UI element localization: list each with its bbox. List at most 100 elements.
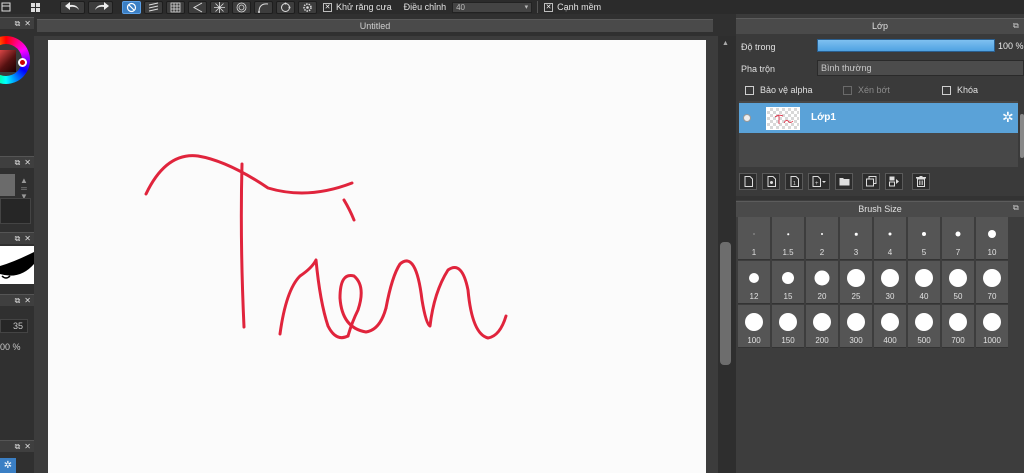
layer-toolbar: 1 + — [739, 170, 1024, 192]
protect-alpha-checkbox[interactable]: Bảo vệ alpha — [745, 85, 813, 95]
grid-snap-button[interactable] — [166, 0, 185, 14]
brush-preview[interactable] — [0, 246, 34, 284]
redo-button[interactable] — [88, 0, 113, 14]
color-swatch[interactable] — [0, 174, 15, 196]
opacity-slider[interactable] — [817, 39, 995, 52]
brush-size-cell[interactable]: 50 — [942, 261, 974, 304]
parallel-snap-button[interactable] — [144, 0, 163, 14]
detach-icon[interactable]: ⧉ — [1013, 21, 1019, 31]
detach-icon[interactable]: ⧉ — [15, 158, 21, 167]
brush-size-cell[interactable]: 300 — [840, 305, 872, 348]
spinner-arrows-icon[interactable]: ▲ ═ ▼ — [17, 177, 31, 201]
color-picker-square[interactable] — [0, 50, 16, 72]
brush-size-cell[interactable]: 20 — [806, 261, 838, 304]
layer-row[interactable]: Lớp1 ✲ — [739, 103, 1018, 133]
opacity-value: 100 % — [998, 41, 1024, 51]
soft-edge-label: Cạnh mềm — [557, 2, 602, 12]
close-icon[interactable]: ✕ — [24, 296, 31, 305]
soft-edge-checkbox[interactable]: ✕ — [544, 2, 554, 12]
grid-view-icon[interactable] — [28, 0, 42, 14]
antialias-label: Khử răng cưa — [336, 2, 392, 12]
lock-checkbox[interactable]: Khóa — [942, 85, 978, 95]
layer-panel: Lớp Độ trong 100 % Pha trộn Bình thường … — [736, 14, 1024, 196]
add-layer-menu-button[interactable]: + — [808, 172, 830, 190]
brush-size-cell[interactable]: 10 — [976, 217, 1008, 260]
detach-icon[interactable]: ⧉ — [15, 234, 21, 243]
detach-icon[interactable]: ⧉ — [15, 296, 21, 305]
scrollbar-thumb[interactable] — [720, 242, 731, 365]
visibility-toggle-icon[interactable] — [743, 114, 751, 122]
gear-icon[interactable]: ✲ — [1002, 110, 1014, 124]
radial-snap-button[interactable] — [210, 0, 229, 14]
brush-size-cell[interactable]: 500 — [908, 305, 940, 348]
new-8bit-layer-button[interactable]: 1 — [785, 172, 803, 190]
brush-size-dot — [881, 313, 899, 331]
brush-size-cell[interactable]: 25 — [840, 261, 872, 304]
brush-opacity-value: 00 % — [0, 342, 21, 352]
brush-size-cell[interactable]: 12 — [738, 261, 770, 304]
detach-icon[interactable]: ⧉ — [15, 19, 21, 28]
brush-size-cell[interactable]: 150 — [772, 305, 804, 348]
brush-size-field[interactable]: 35 — [0, 319, 28, 333]
antialias-checkbox[interactable]: ✕ — [323, 2, 332, 12]
brush-size-cell[interactable]: 3 — [840, 217, 872, 260]
close-icon[interactable]: ✕ — [24, 442, 31, 451]
new-halftone-layer-button[interactable] — [762, 172, 780, 190]
vertical-scrollbar[interactable]: ▲ — [718, 36, 736, 473]
detach-icon[interactable]: ⧉ — [15, 442, 21, 451]
brush-size-cell[interactable]: 1 — [738, 217, 770, 260]
brush-size-cell[interactable]: 1000 — [976, 305, 1008, 348]
perspective-snap-button[interactable] — [188, 0, 207, 14]
blend-mode-select[interactable]: Bình thường — [817, 60, 1024, 76]
brush-size-cell[interactable]: 2 — [806, 217, 838, 260]
close-icon[interactable]: ✕ — [24, 19, 31, 28]
brush-size-cell[interactable]: 40 — [908, 261, 940, 304]
duplicate-layer-button[interactable] — [862, 172, 880, 190]
brush-size-cell[interactable]: 4 — [874, 217, 906, 260]
document-tab-title[interactable]: Untitled — [37, 19, 713, 32]
correction-select[interactable]: 40 ▾ — [452, 1, 533, 13]
menu-icon[interactable] — [0, 0, 12, 14]
hue-selector-ring[interactable] — [18, 58, 27, 67]
brush-size-cell[interactable]: 15 — [772, 261, 804, 304]
brush-size-label: 4 — [887, 248, 893, 257]
brush-size-label: 30 — [885, 292, 895, 301]
close-icon[interactable]: ✕ — [24, 234, 31, 243]
new-layer-button[interactable] — [739, 172, 757, 190]
delete-layer-button[interactable] — [912, 172, 930, 190]
brush-size-label: 2 — [819, 248, 825, 257]
detach-icon[interactable]: ⧉ — [1013, 203, 1019, 213]
merge-down-button[interactable] — [885, 172, 903, 190]
brush-size-cell[interactable]: 200 — [806, 305, 838, 348]
concentric-snap-button[interactable] — [232, 0, 251, 14]
scroll-up-icon[interactable]: ▲ — [722, 40, 729, 47]
undo-button[interactable] — [60, 0, 85, 14]
snap-settings-button[interactable] — [298, 0, 317, 14]
drawing-canvas[interactable] — [48, 40, 706, 473]
brush-size-dot — [813, 313, 831, 331]
brush-size-cell[interactable]: 100 — [738, 305, 770, 348]
curve-snap-button[interactable] — [254, 0, 273, 14]
snap-off-button[interactable] — [122, 0, 141, 14]
handwritten-stroke-drawing — [144, 154, 508, 340]
brush-size-panel: Brush Size ⧉ 1 1.5 2 3 4 5 7 10 12 15 20 25 30 40 50 70… — [736, 200, 1024, 473]
checkbox-box — [745, 85, 754, 95]
brush-size-cell[interactable]: 5 — [908, 217, 940, 260]
brush-size-cell[interactable]: 30 — [874, 261, 906, 304]
brush-size-dot — [983, 269, 1001, 287]
new-folder-button[interactable] — [835, 172, 853, 190]
right-panel: Lớp Độ trong 100 % Pha trộn Bình thường … — [736, 14, 1024, 473]
circle-snap-button[interactable] — [276, 0, 295, 14]
brush-size-cell[interactable]: 7 — [942, 217, 974, 260]
brush-size-dot — [888, 232, 892, 236]
brush-panel-header: ⧉ ✕ — [0, 232, 34, 244]
layer-list-scrollbar[interactable] — [1020, 114, 1024, 158]
brush-size-cell[interactable]: 700 — [942, 305, 974, 348]
brush-size-cell[interactable]: 400 — [874, 305, 906, 348]
clipping-checkbox[interactable]: Xén bớt — [843, 85, 890, 95]
brush-size-cell[interactable]: 1.5 — [772, 217, 804, 260]
gear-icon[interactable]: ✲ — [0, 458, 16, 473]
brush-size-cell[interactable]: 70 — [976, 261, 1008, 304]
close-icon[interactable]: ✕ — [24, 158, 31, 167]
brush-size-label: 10 — [987, 248, 997, 257]
